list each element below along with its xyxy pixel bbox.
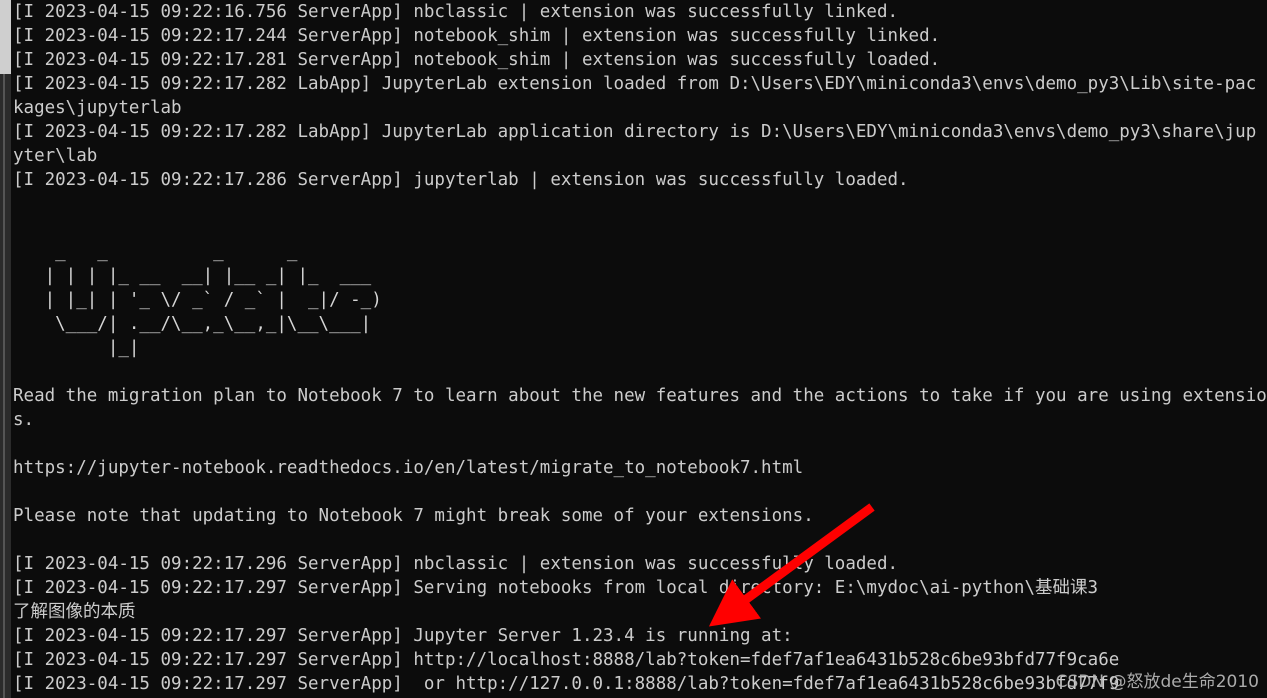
terminal-line: _ _ _ _ <box>13 242 298 262</box>
terminal-line: 了解图像的本质 <box>13 602 136 622</box>
terminal-line: yter\lab <box>13 146 98 166</box>
terminal-line: [I 2023-04-15 09:22:17.286 ServerApp] ju… <box>13 170 909 190</box>
scrollbar-thumb[interactable] <box>0 74 11 698</box>
csdn-watermark: CSDN @怒放de生命2010 <box>1055 672 1259 692</box>
terminal-line: [I 2023-04-15 09:22:17.282 LabApp] Jupyt… <box>13 74 1257 94</box>
terminal-line: [I 2023-04-15 09:22:17.297 ServerApp] Se… <box>13 578 1099 598</box>
terminal-line: https://jupyter-notebook.readthedocs.io/… <box>13 458 804 478</box>
terminal-window: [I 2023-04-15 09:22:16.756 ServerApp] nb… <box>0 0 1267 698</box>
terminal-line: kages\jupyterlab <box>13 98 182 118</box>
terminal-line: |_| <box>13 338 140 358</box>
vertical-scrollbar[interactable] <box>0 0 11 698</box>
terminal-line: Please note that updating to Notebook 7 … <box>13 506 814 526</box>
terminal-line: | | | |_ __ __| |__ _| |_ ___ <box>13 266 372 286</box>
terminal-line: [I 2023-04-15 09:22:16.756 ServerApp] nb… <box>13 2 899 22</box>
terminal-line: [I 2023-04-15 09:22:17.282 LabApp] Jupyt… <box>13 122 1257 142</box>
terminal-line: [I 2023-04-15 09:22:17.296 ServerApp] nb… <box>13 554 899 574</box>
terminal-line: s. <box>13 410 35 430</box>
scrollbar-thumb-highlight <box>3 74 5 698</box>
terminal-line: [I 2023-04-15 09:22:17.281 ServerApp] no… <box>13 50 941 70</box>
terminal-line: [I 2023-04-15 09:22:17.297 ServerApp] Ju… <box>13 626 793 646</box>
terminal-line: Read the migration plan to Notebook 7 to… <box>13 386 1267 406</box>
terminal-line: | |_| | '_ \/ _` / _` | _|/ -_) <box>13 290 382 310</box>
terminal-output-area[interactable]: [I 2023-04-15 09:22:16.756 ServerApp] nb… <box>13 0 1267 698</box>
terminal-line: \___/| .__/\__,_\__,_|\__\___| <box>13 314 372 334</box>
scrollbar-track-top[interactable] <box>0 0 11 74</box>
terminal-line: [I 2023-04-15 09:22:17.244 ServerApp] no… <box>13 26 941 46</box>
